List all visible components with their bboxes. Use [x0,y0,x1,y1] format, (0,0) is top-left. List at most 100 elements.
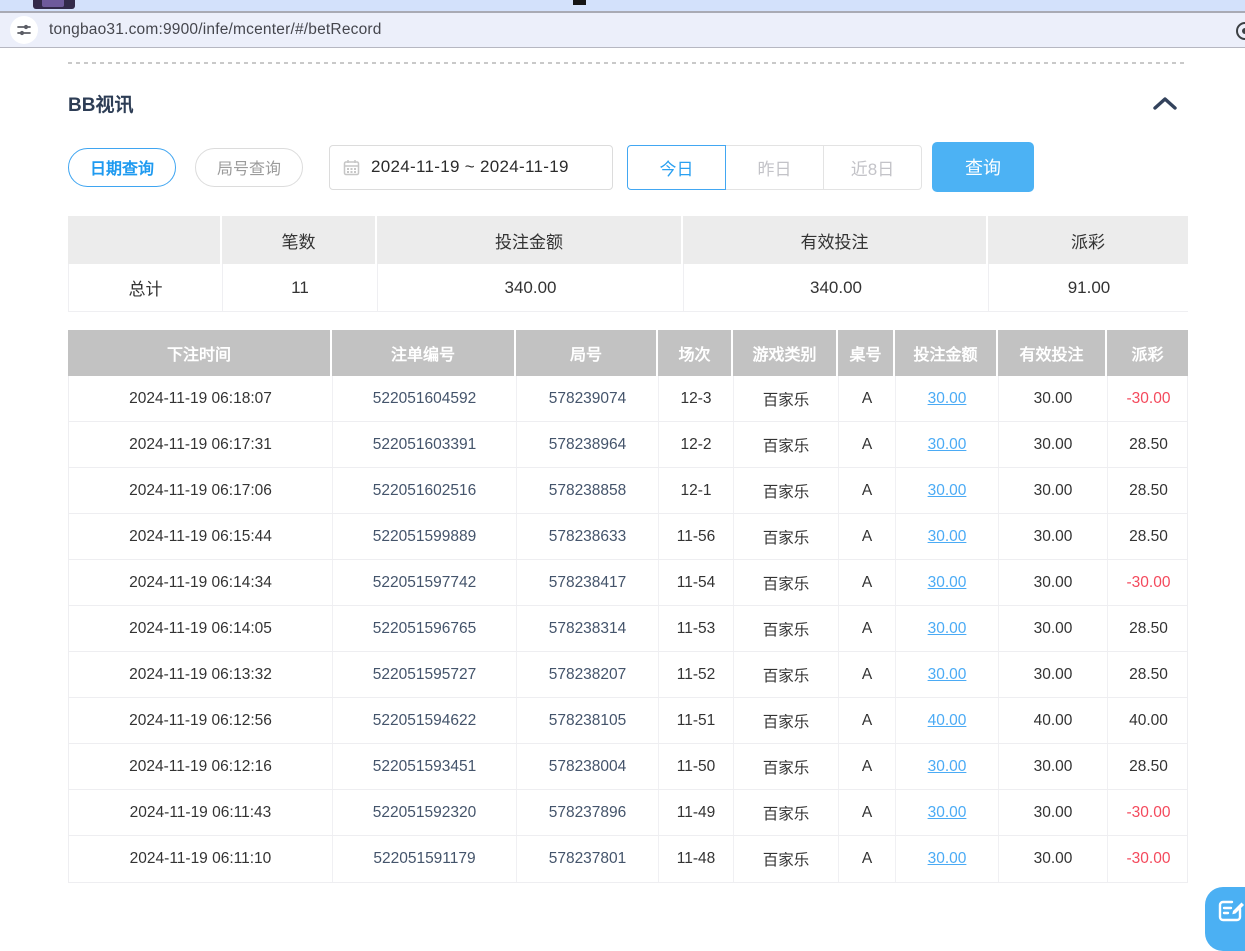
section-header: BB视讯 [68,89,1188,117]
table-row: 2024-11-19 06:13:32522051595727578238207… [69,652,1187,698]
eye-icon[interactable] [1236,22,1245,40]
cell-round_id: 578239074 [517,376,659,421]
dashed-divider [68,62,1188,64]
header-game-type: 游戏类别 [733,330,838,376]
summary-count: 11 [223,264,378,311]
summary-header-cell: 有效投注 [683,216,988,264]
tab-title-sliver [573,0,586,5]
cell-session: 12-3 [659,376,734,421]
date-range-picker[interactable]: 2024-11-19 ~ 2024-11-19 [329,145,613,190]
bet-amount-link[interactable]: 30.00 [928,528,967,546]
quick-tab-last8days[interactable]: 近8日 [823,145,922,190]
cell-session: 11-51 [659,698,734,743]
bet-amount-link[interactable]: 30.00 [928,482,967,500]
cell-game: 百家乐 [734,836,839,882]
summary-payout: 91.00 [989,264,1189,311]
bet-amount-link[interactable]: 30.00 [928,758,967,776]
cell-round_id: 578238633 [517,514,659,559]
header-table-no: 桌号 [838,330,895,376]
cell-session: 11-54 [659,560,734,605]
header-payout: 派彩 [1107,330,1188,376]
chevron-up-icon [1152,96,1178,110]
url-field[interactable]: tongbao31.com:9900/infe/mcenter/#/betRec… [49,21,1235,39]
header-bet-time: 下注时间 [68,330,332,376]
table-row: 2024-11-19 06:17:06522051602516578238858… [69,468,1187,514]
calendar-icon [343,159,360,176]
cell-table_no: A [839,606,896,651]
header-session: 场次 [658,330,733,376]
cell-game: 百家乐 [734,606,839,651]
customer-service-button[interactable] [1205,887,1245,951]
cell-game: 百家乐 [734,744,839,789]
bet-amount-link[interactable]: 30.00 [928,804,967,822]
cell-table_no: A [839,422,896,467]
cell-game: 百家乐 [734,514,839,559]
header-round-id: 局号 [516,330,658,376]
cell-time: 2024-11-19 06:13:32 [69,652,333,697]
summary-header-row: 笔数 投注金额 有效投注 派彩 [68,216,1188,264]
date-query-tab[interactable]: 日期查询 [68,148,176,187]
bet-table-body: 2024-11-19 06:18:07522051604592578239074… [68,376,1188,883]
cell-time: 2024-11-19 06:12:56 [69,698,333,743]
cell-round_id: 578237896 [517,790,659,835]
cell-game: 百家乐 [734,468,839,513]
cell-payout: 28.50 [1108,652,1189,697]
bet-amount-link[interactable]: 30.00 [928,574,967,592]
bet-amount-link[interactable]: 30.00 [928,390,967,408]
summary-header-cell: 投注金额 [377,216,683,264]
cell-payout: 28.50 [1108,514,1189,559]
cell-valid: 30.00 [999,790,1108,835]
cell-table_no: A [839,514,896,559]
cell-session: 11-53 [659,606,734,651]
cell-bet: 30.00 [896,514,999,559]
cell-time: 2024-11-19 06:11:10 [69,836,333,882]
cell-game: 百家乐 [734,560,839,605]
cell-game: 百家乐 [734,422,839,467]
cell-table_no: A [839,468,896,513]
bet-amount-link[interactable]: 30.00 [928,620,967,638]
search-button[interactable]: 查询 [932,142,1034,192]
cell-payout: 28.50 [1108,468,1189,513]
cell-bet: 30.00 [896,560,999,605]
cell-time: 2024-11-19 06:11:43 [69,790,333,835]
header-order-id: 注单编号 [332,330,516,376]
tab-strip [0,0,1245,13]
table-row: 2024-11-19 06:14:34522051597742578238417… [69,560,1187,606]
summary-header-cell [68,216,222,264]
cell-time: 2024-11-19 06:18:07 [69,376,333,421]
bet-amount-link[interactable]: 30.00 [928,666,967,684]
quick-tab-today[interactable]: 今日 [627,145,726,190]
cell-payout: 28.50 [1108,422,1189,467]
address-bar: tongbao31.com:9900/infe/mcenter/#/betRec… [0,13,1245,48]
cell-order_id: 522051592320 [333,790,517,835]
cell-bet: 30.00 [896,376,999,421]
cell-table_no: A [839,376,896,421]
cell-bet: 30.00 [896,422,999,467]
cell-time: 2024-11-19 06:15:44 [69,514,333,559]
round-query-tab[interactable]: 局号查询 [195,148,303,187]
summary-valid-bet: 340.00 [684,264,989,311]
cell-bet: 30.00 [896,652,999,697]
site-info-button[interactable] [10,16,38,44]
table-row: 2024-11-19 06:15:44522051599889578238633… [69,514,1187,560]
cell-payout: -30.00 [1108,790,1189,835]
cell-round_id: 578238314 [517,606,659,651]
tab-favicon[interactable] [33,0,75,9]
table-row: 2024-11-19 06:12:16522051593451578238004… [69,744,1187,790]
cell-order_id: 522051595727 [333,652,517,697]
quick-tab-yesterday[interactable]: 昨日 [725,145,824,190]
cell-session: 12-2 [659,422,734,467]
bet-amount-link[interactable]: 40.00 [928,712,967,730]
cell-valid: 30.00 [999,560,1108,605]
cell-session: 11-48 [659,836,734,882]
bet-table: 下注时间 注单编号 局号 场次 游戏类别 桌号 投注金额 有效投注 派彩 202… [68,330,1188,883]
cell-time: 2024-11-19 06:14:05 [69,606,333,651]
cell-time: 2024-11-19 06:14:34 [69,560,333,605]
collapse-button[interactable] [1152,96,1188,110]
cell-game: 百家乐 [734,698,839,743]
bet-amount-link[interactable]: 30.00 [928,850,967,868]
cell-payout: -30.00 [1108,560,1189,605]
bet-amount-link[interactable]: 30.00 [928,436,967,454]
cell-round_id: 578238207 [517,652,659,697]
cell-session: 11-50 [659,744,734,789]
